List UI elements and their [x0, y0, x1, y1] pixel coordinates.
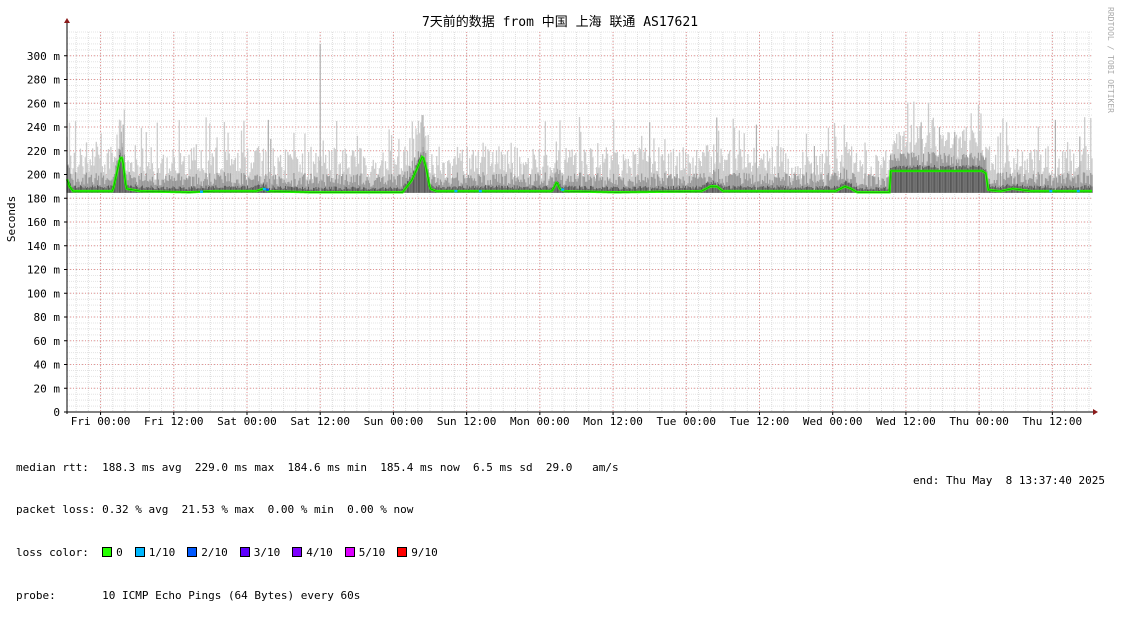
x-axis-arrow [1093, 409, 1098, 415]
legend-swatch [292, 547, 303, 558]
latency-chart: 7天前的数据 from 中国 上海 联通 AS17621 Seconds RRD… [5, 7, 1115, 428]
y-tick-label: 40 m [34, 359, 61, 372]
legend-item: 9/10 [397, 546, 438, 559]
x-tick-label: Fri 00:00 [71, 415, 131, 428]
y-axis-arrow [64, 18, 70, 23]
x-tick-label: Sun 00:00 [364, 415, 424, 428]
y-tick-labels: 0 20 m 40 m 60 m 80 m 100 m 120 m 140 m 160 m 180… [27, 50, 60, 419]
x-tick-label: Wed 12:00 [876, 415, 936, 428]
y-tick-label: 280 m [27, 74, 60, 87]
x-tick-label: Tue 12:00 [730, 415, 790, 428]
median-rtt-values: 188.3 ms avg 229.0 ms max 184.6 ms min 1… [102, 460, 619, 474]
x-tick-label: Sat 12:00 [290, 415, 350, 428]
y-tick-label: 100 m [27, 287, 60, 300]
grid [67, 31, 1092, 412]
x-tick-label: Wed 00:00 [803, 415, 863, 428]
loss-color-row: loss color: 0 1/10 2/10 3/10 4/10 5/10 9/10 [16, 546, 619, 560]
probe-label: probe: [16, 589, 56, 603]
legend-label: 3/10 [253, 546, 281, 560]
legend-swatch [187, 547, 198, 558]
legend-label: 2/10 [201, 546, 228, 560]
legend-swatch [239, 547, 250, 558]
stats-panel: median rtt: 188.3 ms avg 229.0 ms max 18… [16, 432, 619, 618]
packet-loss-label: packet loss: [16, 503, 96, 517]
y-tick-label: 260 m [27, 97, 60, 110]
legend-item: 0 [102, 546, 123, 559]
y-tick-label: 160 m [27, 216, 60, 229]
legend-item: 3/10 [239, 546, 281, 560]
probe-value: 10 ICMP Echo Pings (64 Bytes) every 60s [102, 589, 361, 603]
legend-label: 0 [116, 546, 123, 560]
y-axis-label: Seconds [5, 196, 18, 242]
y-tick-label: 0 [53, 406, 60, 419]
legend-label: 5/10 [358, 546, 386, 560]
probe-row: probe: 10 ICMP Echo Pings (64 Bytes) eve… [16, 589, 619, 603]
x-tick-label: Sat 00:00 [217, 415, 277, 428]
y-tick-label: 300 m [27, 50, 60, 63]
legend-item: 2/10 [187, 546, 228, 559]
x-tick-label: Sun 12:00 [437, 415, 497, 428]
chart-title: 7天前的数据 from 中国 上海 联通 AS17621 [422, 14, 698, 30]
y-tick-label: 240 m [27, 121, 60, 134]
packet-loss-row: packet loss: 0.32 % avg 21.53 % max 0.00… [16, 503, 619, 517]
y-tick-label: 60 m [34, 335, 61, 348]
watermark: RRDTOOL / TOBI OETIKER [1106, 7, 1115, 113]
y-tick-label: 200 m [27, 169, 60, 182]
legend-swatch [397, 547, 408, 558]
x-tick-label: Thu 12:00 [1023, 415, 1083, 428]
legend-label: 9/10 [411, 546, 438, 560]
y-tick-label: 140 m [27, 240, 60, 253]
legend-item: 4/10 [292, 546, 333, 559]
legend-label: 4/10 [306, 546, 333, 560]
y-tick-label: 80 m [34, 311, 61, 324]
x-tick-label: Tue 00:00 [656, 415, 716, 428]
legend-swatch [344, 547, 355, 558]
x-tick-label: Mon 00:00 [510, 415, 570, 428]
y-tick-label: 180 m [27, 192, 60, 205]
loss-color-label: loss color: [16, 546, 89, 560]
y-tick-label: 220 m [27, 145, 60, 158]
median-rtt-label: median rtt: [16, 460, 89, 474]
legend-swatch [134, 547, 145, 558]
legend-item: 5/10 [344, 546, 386, 560]
x-tick-label: Fri 12:00 [144, 415, 204, 428]
x-tick-label: Thu 00:00 [949, 415, 1009, 428]
y-tick-label: 120 m [27, 264, 60, 277]
legend-item: 1/10 [134, 546, 176, 560]
median-rtt-row: median rtt: 188.3 ms avg 229.0 ms max 18… [16, 461, 619, 475]
x-tick-label: Mon 12:00 [583, 415, 643, 428]
end-timestamp: end: Thu May 8 13:37:40 2025 [912, 474, 1105, 487]
legend-swatch [102, 547, 113, 558]
x-tick-labels: Fri 00:00 Fri 12:00 Sat 00:00 Sat 12:00 Sun … [71, 415, 1082, 428]
legend-label: 1/10 [148, 546, 176, 560]
loss-color-legend: 0 1/10 2/10 3/10 4/10 5/10 9/10 [102, 546, 450, 559]
y-tick-label: 20 m [34, 382, 61, 395]
packet-loss-values: 0.32 % avg 21.53 % max 0.00 % min 0.00 %… [102, 503, 414, 517]
